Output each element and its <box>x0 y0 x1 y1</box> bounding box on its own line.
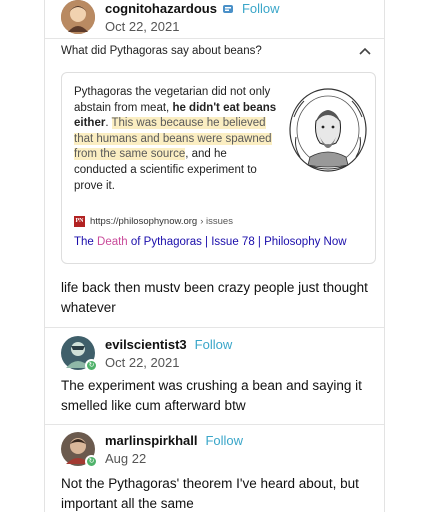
avatar-image <box>61 0 95 34</box>
search-result-card: Pythagoras the vegetarian did not only a… <box>61 72 376 264</box>
search-question: What did Pythagoras say about beans? <box>61 45 262 57</box>
divider <box>45 327 384 328</box>
post-header-marlinspirkhall: ↻ marlinspirkhall Follow Aug 22 <box>61 432 243 468</box>
post-date: Oct 22, 2021 <box>105 355 180 370</box>
avatar[interactable]: ↻ <box>61 336 98 372</box>
source-row[interactable]: PN https://philosophynow.org › issues <box>74 216 233 227</box>
post-date: Oct 22, 2021 <box>105 19 180 34</box>
result-title-link[interactable]: The Death of Pythagoras | Issue 78 | Phi… <box>74 236 347 248</box>
post-header-cognitohazardous: cognitohazardous Follow Oct 22, 2021 <box>61 0 280 34</box>
source-path: › issues <box>200 216 233 227</box>
divider <box>45 38 384 39</box>
result-title-part: of Pythagoras | Issue 78 | Philosophy No… <box>127 236 347 248</box>
add-badge-icon: ↻ <box>85 359 98 372</box>
username[interactable]: evilscientist3 <box>105 337 187 352</box>
username[interactable]: marlinspirkhall <box>105 433 197 448</box>
post-date: Aug 22 <box>105 451 147 466</box>
post-header-evilscientist3: ↻ evilscientist3 Follow Oct 22, 2021 <box>61 336 233 372</box>
pythagoras-portrait-image <box>289 88 367 172</box>
divider <box>45 424 384 425</box>
comment-text: The experiment was crushing a bean and s… <box>61 378 362 413</box>
follow-button[interactable]: Follow <box>205 433 243 448</box>
badge-icon <box>222 4 233 13</box>
comment-text: life back then mustv been crazy people j… <box>61 280 368 315</box>
follow-button[interactable]: Follow <box>195 337 233 352</box>
philosophy-now-logo-icon: PN <box>74 216 85 227</box>
username[interactable]: cognitohazardous <box>105 1 217 16</box>
follow-button[interactable]: Follow <box>242 1 280 16</box>
avatar[interactable] <box>61 0 95 34</box>
result-title-highlight: Death <box>97 236 128 248</box>
avatar[interactable]: ↻ <box>61 432 98 468</box>
source-url[interactable]: https://philosophynow.org <box>90 216 197 227</box>
chevron-up-icon[interactable] <box>359 47 371 55</box>
add-badge-icon: ↻ <box>85 455 98 468</box>
result-title-part: The <box>74 236 98 248</box>
comment-text: Not the Pythagoras' theorem I've heard a… <box>61 476 359 511</box>
snippet-part: . <box>105 117 112 130</box>
snippet-text: Pythagoras the vegetarian did not only a… <box>74 85 280 194</box>
search-question-row[interactable]: What did Pythagoras say about beans? <box>61 45 371 57</box>
post-thread: cognitohazardous Follow Oct 22, 2021 Wha… <box>44 0 385 512</box>
